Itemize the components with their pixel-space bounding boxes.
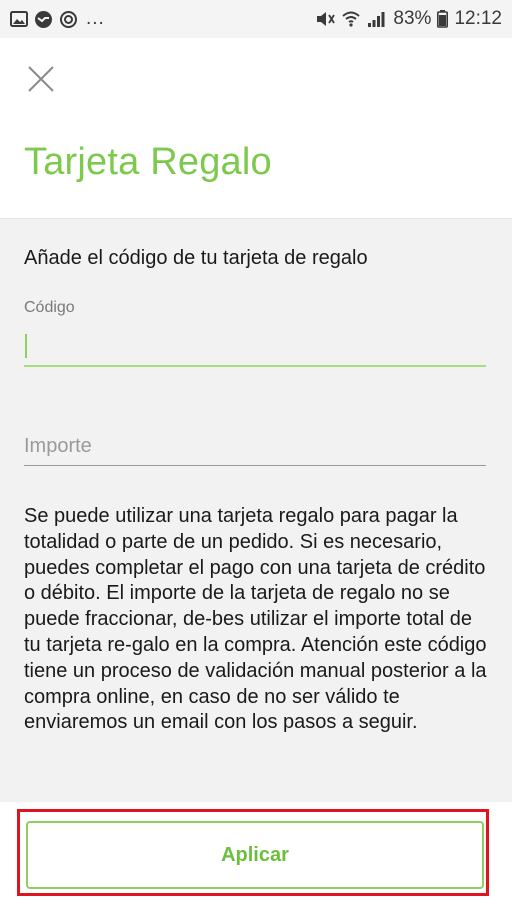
battery-percentage: 83%	[393, 8, 432, 29]
sync-icon	[59, 10, 78, 29]
code-input[interactable]	[24, 327, 486, 367]
gallery-icon	[10, 11, 28, 27]
status-bar: ... 83% 12:12	[0, 0, 512, 38]
apply-button[interactable]: Aplicar	[26, 821, 484, 889]
wifi-icon	[341, 10, 361, 28]
status-overflow: ...	[86, 8, 105, 29]
gift-card-info-text: Se puede utilizar una tarjeta regalo par…	[24, 505, 487, 734]
status-time: 12:12	[454, 8, 502, 29]
status-bar-notifications: ...	[10, 8, 105, 30]
close-icon	[28, 66, 54, 92]
code-label: Código	[24, 299, 75, 316]
page-header: Tarjeta Regalo	[0, 38, 512, 219]
text-cursor	[25, 334, 27, 358]
page-title: Tarjeta Regalo	[24, 141, 272, 183]
messenger-icon	[34, 10, 53, 29]
signal-icon	[367, 10, 385, 28]
mute-icon	[315, 10, 336, 28]
form-heading: Añade el código de tu tarjeta de regalo	[24, 247, 368, 269]
status-bar-system: 83% 12:12	[315, 8, 502, 30]
close-button[interactable]	[24, 62, 58, 96]
battery-icon	[437, 10, 449, 28]
amount-input[interactable]	[24, 427, 486, 466]
footer: Aplicar	[0, 802, 512, 904]
gift-card-form: Añade el código de tu tarjeta de regalo …	[0, 219, 512, 802]
